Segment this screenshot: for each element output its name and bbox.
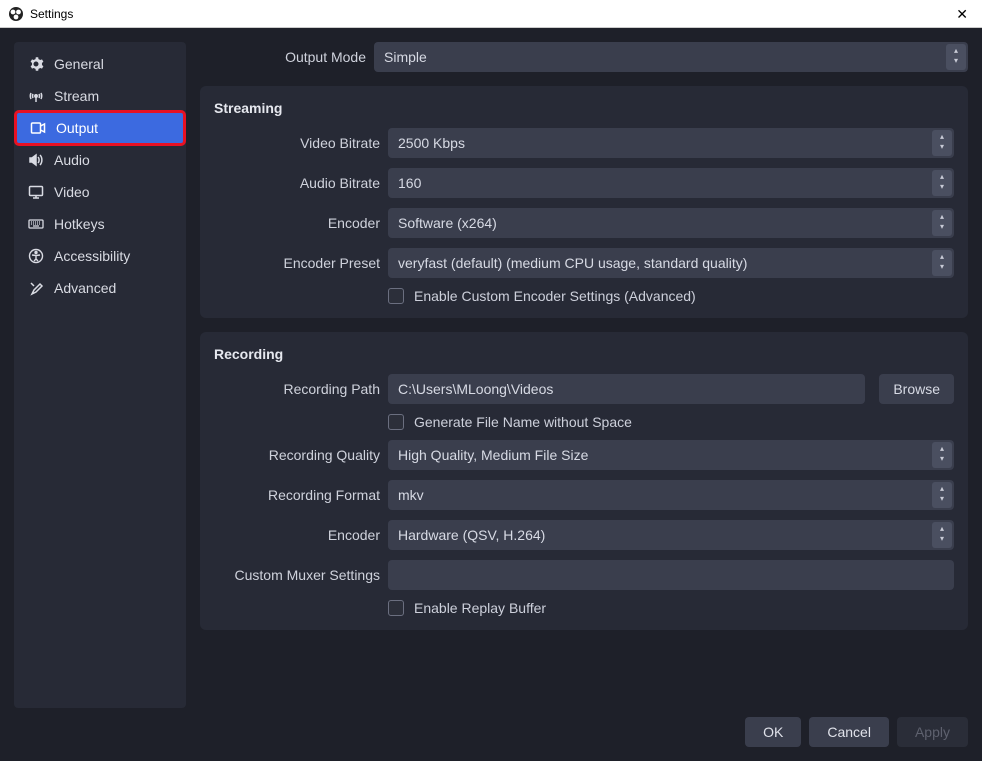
antenna-icon	[28, 88, 44, 104]
enable-custom-encoder-row[interactable]: Enable Custom Encoder Settings (Advanced…	[388, 288, 954, 304]
recording-section: Recording Recording Path C:\Users\MLoong…	[200, 332, 968, 630]
recording-encoder-label: Encoder	[214, 527, 380, 543]
accessibility-icon	[28, 248, 44, 264]
gear-icon	[28, 56, 44, 72]
monitor-icon	[28, 184, 44, 200]
recording-encoder-value: Hardware (QSV, H.264)	[398, 527, 545, 543]
sidebar-item-hotkeys[interactable]: Hotkeys	[14, 208, 186, 240]
audio-bitrate-value: 160	[398, 175, 421, 191]
window-title: Settings	[30, 7, 73, 21]
cancel-button[interactable]: Cancel	[809, 717, 889, 747]
video-bitrate-label: Video Bitrate	[214, 135, 380, 151]
sidebar-item-label: Audio	[54, 152, 90, 168]
dialog-footer: OK Cancel Apply	[745, 717, 968, 747]
sidebar-item-label: Stream	[54, 88, 99, 104]
enable-custom-label: Enable Custom Encoder Settings (Advanced…	[414, 288, 696, 304]
output-icon	[30, 120, 46, 136]
audio-bitrate-label: Audio Bitrate	[214, 175, 380, 191]
muxer-label: Custom Muxer Settings	[214, 567, 380, 583]
titlebar: Settings ✕	[0, 0, 982, 28]
recording-encoder-select[interactable]: Hardware (QSV, H.264) ▴▾	[388, 520, 954, 550]
dropdown-icon: ▴▾	[932, 210, 952, 236]
checkbox-icon[interactable]	[388, 414, 404, 430]
dropdown-icon: ▴▾	[932, 170, 952, 196]
output-mode-label: Output Mode	[200, 49, 366, 65]
replay-buffer-label: Enable Replay Buffer	[414, 600, 546, 616]
dropdown-icon: ▴▾	[932, 442, 952, 468]
window-close-button[interactable]: ✕	[950, 4, 974, 25]
apply-button[interactable]: Apply	[897, 717, 968, 747]
sidebar-item-label: Accessibility	[54, 248, 130, 264]
encoder-select[interactable]: Software (x264) ▴▾	[388, 208, 954, 238]
sidebar-item-label: Output	[56, 120, 98, 136]
sidebar-item-advanced[interactable]: Advanced	[14, 272, 186, 304]
audio-bitrate-select[interactable]: 160 ▴▾	[388, 168, 954, 198]
replay-buffer-row[interactable]: Enable Replay Buffer	[388, 600, 954, 616]
encoder-label: Encoder	[214, 215, 380, 231]
checkbox-icon[interactable]	[388, 288, 404, 304]
sidebar-item-label: Video	[54, 184, 90, 200]
output-mode-value: Simple	[384, 49, 427, 65]
browse-button[interactable]: Browse	[879, 374, 954, 404]
dropdown-icon: ▴▾	[932, 522, 952, 548]
recording-path-value: C:\Users\MLoong\Videos	[398, 381, 553, 397]
app-icon	[8, 6, 24, 22]
ok-button[interactable]: OK	[745, 717, 801, 747]
recording-format-label: Recording Format	[214, 487, 380, 503]
sidebar-item-video[interactable]: Video	[14, 176, 186, 208]
sidebar-item-label: Hotkeys	[54, 216, 105, 232]
dropdown-icon: ▴▾	[932, 250, 952, 276]
spinner-icon: ▴▾	[932, 130, 952, 156]
checkbox-icon[interactable]	[388, 600, 404, 616]
generate-no-space-row[interactable]: Generate File Name without Space	[388, 414, 954, 430]
streaming-section: Streaming Video Bitrate 2500 Kbps ▴▾ Aud…	[200, 86, 968, 318]
main-area: General Stream Output Audio Video	[0, 28, 982, 708]
dropdown-icon: ▴▾	[946, 44, 966, 70]
recording-quality-value: High Quality, Medium File Size	[398, 447, 588, 463]
recording-title: Recording	[214, 346, 954, 362]
settings-sidebar: General Stream Output Audio Video	[14, 42, 186, 708]
sidebar-item-accessibility[interactable]: Accessibility	[14, 240, 186, 272]
sidebar-item-label: General	[54, 56, 104, 72]
video-bitrate-input[interactable]: 2500 Kbps ▴▾	[388, 128, 954, 158]
encoder-preset-select[interactable]: veryfast (default) (medium CPU usage, st…	[388, 248, 954, 278]
keyboard-icon	[28, 216, 44, 232]
recording-format-select[interactable]: mkv ▴▾	[388, 480, 954, 510]
video-bitrate-value: 2500 Kbps	[398, 135, 465, 151]
tools-icon	[28, 280, 44, 296]
recording-quality-select[interactable]: High Quality, Medium File Size ▴▾	[388, 440, 954, 470]
sidebar-item-label: Advanced	[54, 280, 116, 296]
encoder-preset-label: Encoder Preset	[214, 255, 380, 271]
sidebar-item-general[interactable]: General	[14, 48, 186, 80]
recording-format-value: mkv	[398, 487, 424, 503]
output-mode-row: Output Mode Simple ▴▾	[200, 42, 968, 72]
sidebar-item-audio[interactable]: Audio	[14, 144, 186, 176]
dropdown-icon: ▴▾	[932, 482, 952, 508]
speaker-icon	[28, 152, 44, 168]
encoder-value: Software (x264)	[398, 215, 497, 231]
recording-quality-label: Recording Quality	[214, 447, 380, 463]
generate-no-space-label: Generate File Name without Space	[414, 414, 632, 430]
sidebar-item-stream[interactable]: Stream	[14, 80, 186, 112]
settings-content: Output Mode Simple ▴▾ Streaming Video Bi…	[200, 42, 968, 708]
recording-path-input[interactable]: C:\Users\MLoong\Videos	[388, 374, 865, 404]
encoder-preset-value: veryfast (default) (medium CPU usage, st…	[398, 255, 747, 271]
muxer-input[interactable]	[388, 560, 954, 590]
streaming-title: Streaming	[214, 100, 954, 116]
recording-path-label: Recording Path	[214, 381, 380, 397]
sidebar-item-output[interactable]: Output	[16, 112, 184, 144]
output-mode-select[interactable]: Simple ▴▾	[374, 42, 968, 72]
